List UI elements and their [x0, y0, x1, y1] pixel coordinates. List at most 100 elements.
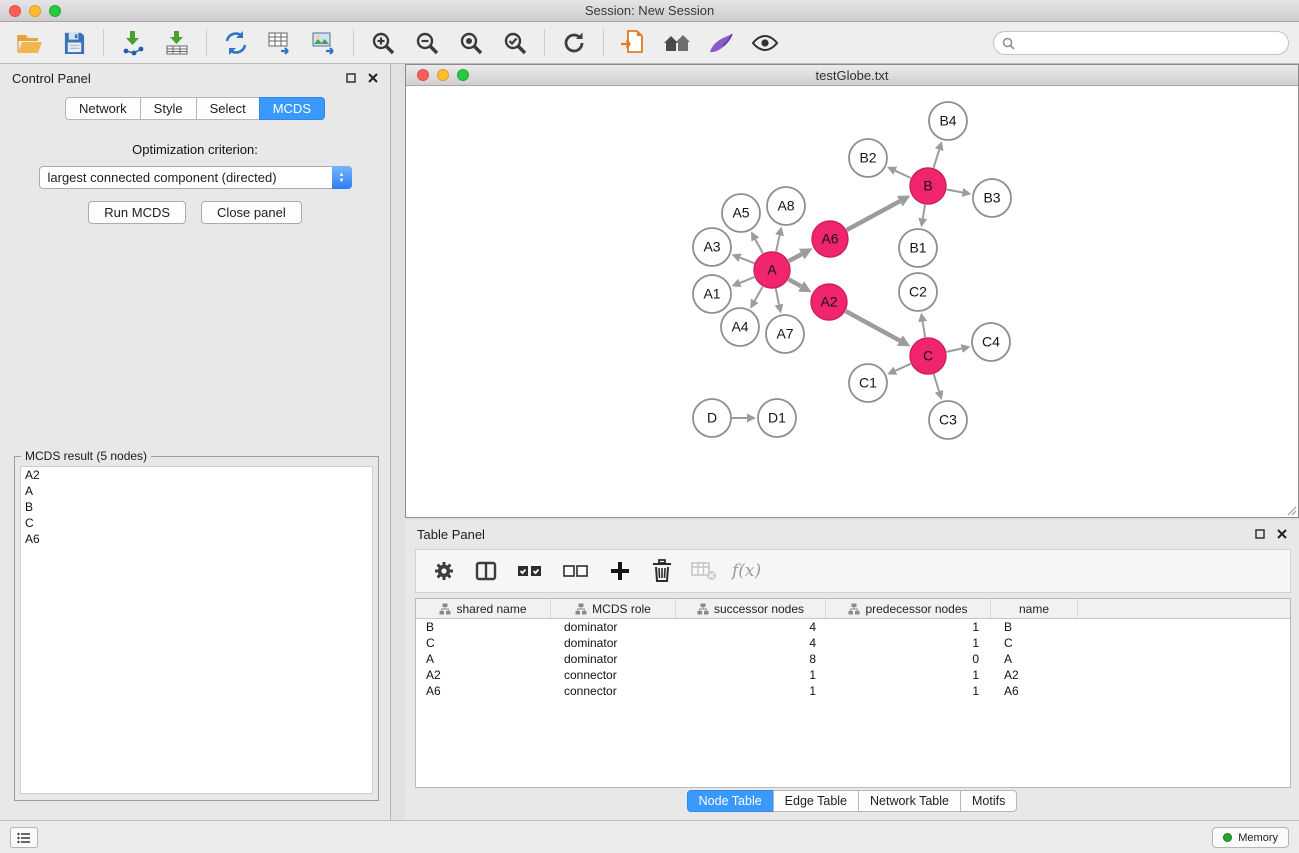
graph-edge[interactable]: [776, 235, 780, 251]
import-network-icon[interactable]: [118, 28, 148, 58]
graph-node-C3[interactable]: C3: [929, 401, 967, 439]
graph-edge[interactable]: [789, 279, 802, 286]
export-document-icon[interactable]: [618, 28, 648, 58]
graph-edge[interactable]: [895, 171, 911, 178]
table-row[interactable]: Cdominator41C: [416, 635, 1290, 651]
tab-node-table[interactable]: Node Table: [687, 790, 774, 812]
column-header-shared-name[interactable]: shared name: [416, 599, 551, 618]
zoom-fit-icon[interactable]: [456, 28, 486, 58]
open-session-icon[interactable]: [15, 28, 45, 58]
export-image-icon[interactable]: [309, 28, 339, 58]
network-canvas[interactable]: B4B2BB3A8A5A6B1A3AC2A1A2A4A7C4CC1C3DD1: [406, 86, 1298, 517]
tab-edge-table[interactable]: Edge Table: [773, 790, 859, 812]
memory-button[interactable]: Memory: [1212, 827, 1289, 848]
close-panel-icon[interactable]: [368, 73, 378, 83]
graph-node-C2[interactable]: C2: [899, 273, 937, 311]
optimization-criterion-select[interactable]: largest connected component (directed) ▲…: [39, 166, 352, 189]
float-table-panel-icon[interactable]: [1255, 529, 1265, 539]
graph-node-A1[interactable]: A1: [693, 275, 731, 313]
tab-network-table[interactable]: Network Table: [858, 790, 961, 812]
graph-node-A4[interactable]: A4: [721, 308, 759, 346]
close-view-icon[interactable]: [417, 69, 429, 81]
graph-node-B[interactable]: B: [910, 168, 946, 204]
graph-node-A8[interactable]: A8: [767, 187, 805, 225]
graph-edge[interactable]: [755, 287, 763, 301]
graph-node-A5[interactable]: A5: [722, 194, 760, 232]
graph-node-B3[interactable]: B3: [973, 179, 1011, 217]
graph-node-A2[interactable]: A2: [811, 284, 847, 320]
column-header-successor-nodes[interactable]: successor nodes: [676, 599, 826, 618]
result-list-item[interactable]: A2: [21, 467, 372, 483]
result-list-item[interactable]: A: [21, 483, 372, 499]
column-header-mcds-role[interactable]: MCDS role: [551, 599, 676, 618]
search-input[interactable]: [1020, 36, 1280, 50]
result-list-item[interactable]: C: [21, 515, 372, 531]
select-all-rows-icon[interactable]: [514, 557, 546, 585]
close-panel-button[interactable]: Close panel: [201, 201, 302, 224]
tab-mcds[interactable]: MCDS: [259, 97, 325, 120]
show-column-icon[interactable]: [472, 557, 500, 585]
import-table-icon[interactable]: [162, 28, 192, 58]
graph-edge[interactable]: [847, 201, 900, 230]
zoom-selected-icon[interactable]: [500, 28, 530, 58]
home-view-icon[interactable]: [662, 28, 692, 58]
table-row[interactable]: A2connector11A2: [416, 667, 1290, 683]
graph-node-A[interactable]: A: [754, 252, 790, 288]
graph-node-C[interactable]: C: [910, 338, 946, 374]
result-list-item[interactable]: B: [21, 499, 372, 515]
graph-edge[interactable]: [934, 374, 939, 391]
graph-edge[interactable]: [934, 150, 940, 168]
table-row[interactable]: A6connector11A6: [416, 683, 1290, 699]
tab-network[interactable]: Network: [65, 97, 141, 120]
close-table-panel-icon[interactable]: [1277, 529, 1287, 539]
tab-style[interactable]: Style: [140, 97, 197, 120]
graph-edge[interactable]: [923, 205, 925, 219]
tab-select[interactable]: Select: [196, 97, 260, 120]
graph-node-B4[interactable]: B4: [929, 102, 967, 140]
graph-node-A7[interactable]: A7: [766, 315, 804, 353]
zoom-view-icon[interactable]: [457, 69, 469, 81]
graph-edge[interactable]: [947, 190, 963, 193]
graph-node-A3[interactable]: A3: [693, 228, 731, 266]
table-row[interactable]: Bdominator41B: [416, 619, 1290, 635]
run-mcds-button[interactable]: Run MCDS: [88, 201, 186, 224]
close-window-icon[interactable]: [9, 5, 21, 17]
graph-node-A6[interactable]: A6: [812, 221, 848, 257]
graph-node-C4[interactable]: C4: [972, 323, 1010, 361]
graph-edge[interactable]: [895, 364, 910, 371]
zoom-window-icon[interactable]: [49, 5, 61, 17]
graph-node-C1[interactable]: C1: [849, 364, 887, 402]
result-list-item[interactable]: A6: [21, 531, 372, 547]
minimize-window-icon[interactable]: [29, 5, 41, 17]
show-hide-graphics-icon[interactable]: [750, 28, 780, 58]
minimize-view-icon[interactable]: [437, 69, 449, 81]
style-tool-icon[interactable]: [706, 28, 736, 58]
column-header-name[interactable]: name: [991, 599, 1078, 618]
zoom-out-icon[interactable]: [412, 28, 442, 58]
graph-node-B1[interactable]: B1: [899, 229, 937, 267]
graph-edge[interactable]: [923, 322, 926, 338]
float-panel-icon[interactable]: [346, 73, 356, 83]
resize-grip-icon[interactable]: [1285, 504, 1297, 516]
table-row[interactable]: Adominator80A: [416, 651, 1290, 667]
graph-node-D1[interactable]: D1: [758, 399, 796, 437]
deselect-all-rows-icon[interactable]: [560, 557, 592, 585]
graph-node-D[interactable]: D: [693, 399, 731, 437]
graph-edge[interactable]: [776, 289, 779, 305]
column-header-predecessor-nodes[interactable]: predecessor nodes: [826, 599, 991, 618]
delete-table-icon[interactable]: [690, 557, 718, 585]
task-history-button[interactable]: [10, 827, 38, 848]
graph-edge[interactable]: [846, 311, 900, 341]
export-table-icon[interactable]: [265, 28, 295, 58]
function-builder-icon[interactable]: f(x): [732, 561, 761, 581]
graph-edge[interactable]: [740, 258, 754, 264]
graph-edge[interactable]: [740, 277, 755, 283]
save-session-icon[interactable]: [59, 28, 89, 58]
table-settings-gear-icon[interactable]: [430, 557, 458, 585]
tab-motifs[interactable]: Motifs: [960, 790, 1017, 812]
add-row-icon[interactable]: [606, 557, 634, 585]
graph-edge[interactable]: [947, 349, 962, 352]
apply-layout-icon[interactable]: [559, 28, 589, 58]
graph-edge[interactable]: [789, 254, 802, 261]
export-network-icon[interactable]: [221, 28, 251, 58]
